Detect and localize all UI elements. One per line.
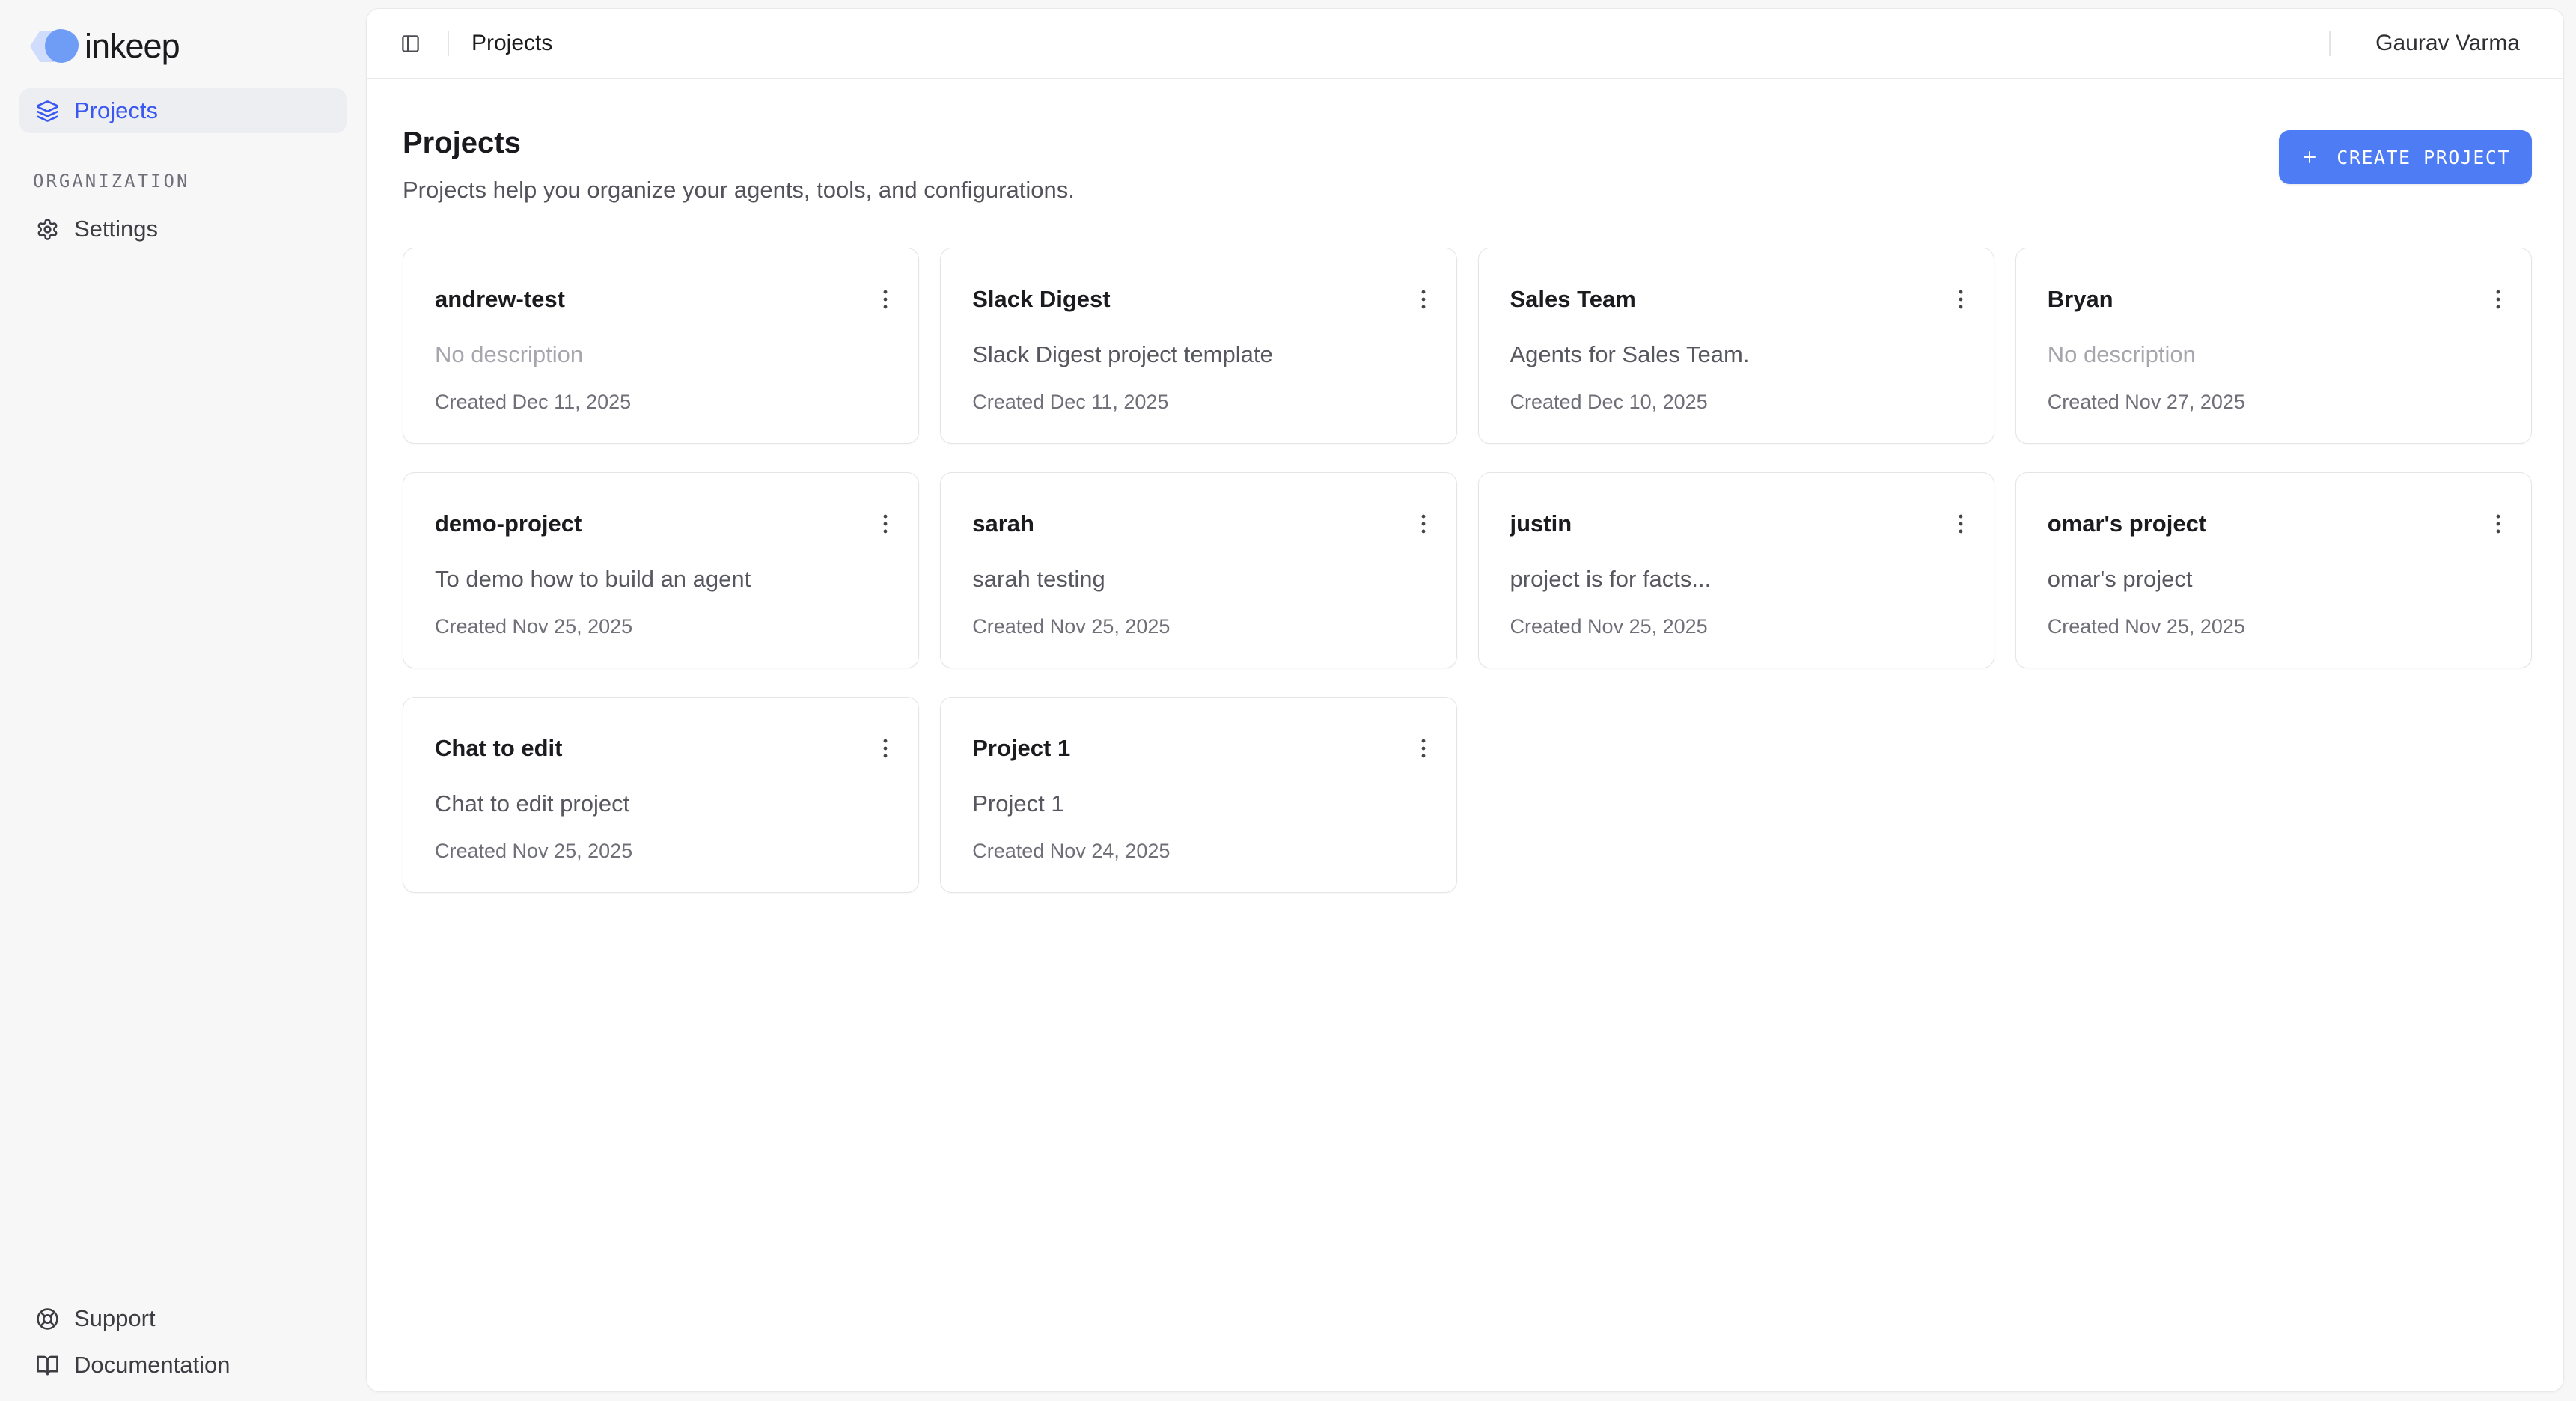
create-project-button[interactable]: CREATE PROJECT: [2279, 130, 2532, 184]
project-card-description: Chat to edit project: [435, 790, 887, 817]
header-divider: [448, 31, 449, 56]
project-card-menu-button[interactable]: [2482, 507, 2515, 540]
sidebar-item-settings[interactable]: Settings: [19, 207, 347, 251]
project-card-created: Created Nov 24, 2025: [972, 840, 1424, 862]
project-card-description: To demo how to build an agent: [435, 566, 887, 593]
sidebar-item-label: Projects: [74, 97, 158, 124]
project-card-created: Created Nov 27, 2025: [2048, 391, 2500, 413]
project-card-created: Created Nov 25, 2025: [972, 615, 1424, 638]
project-card-description: sarah testing: [972, 566, 1424, 593]
sidebar-toggle-button[interactable]: [395, 28, 425, 58]
project-card-menu-button[interactable]: [1407, 732, 1440, 765]
ellipsis-vertical-icon: [873, 511, 898, 537]
page-content: Projects Projects help you organize your…: [367, 79, 2563, 1391]
plus-icon: [2301, 148, 2319, 166]
project-card-description: Project 1: [972, 790, 1424, 817]
ellipsis-vertical-icon: [1948, 287, 1974, 312]
project-card[interactable]: sarah sarah testing Created Nov 25, 2025: [940, 472, 1456, 668]
project-card-created: Created Nov 25, 2025: [2048, 615, 2500, 638]
topbar: Projects Gaurav Varma: [367, 9, 2563, 79]
projects-grid: andrew-test No description Created Dec 1…: [403, 248, 2532, 893]
project-card-title: justin: [1510, 510, 1962, 537]
sidebar-item-documentation[interactable]: Documentation: [19, 1344, 347, 1386]
project-card-description: No description: [2048, 341, 2500, 368]
project-card-description: project is for facts...: [1510, 566, 1962, 593]
project-card-menu-button[interactable]: [869, 283, 902, 316]
project-card-description: No description: [435, 341, 887, 368]
project-card-created: Created Dec 11, 2025: [972, 391, 1424, 413]
project-card-title: Slack Digest: [972, 286, 1424, 313]
gear-icon: [36, 218, 59, 241]
panel-left-icon: [400, 34, 421, 54]
project-card-menu-button[interactable]: [1407, 507, 1440, 540]
project-card-menu-button[interactable]: [869, 507, 902, 540]
ellipsis-vertical-icon: [1411, 736, 1436, 761]
ellipsis-vertical-icon: [2485, 511, 2511, 537]
project-card-title: Project 1: [972, 735, 1424, 762]
project-card[interactable]: Slack Digest Slack Digest project templa…: [940, 248, 1456, 444]
project-card-description: Slack Digest project template: [972, 341, 1424, 368]
project-card-menu-button[interactable]: [869, 732, 902, 765]
main-panel: Projects Gaurav Varma Projects Projects …: [366, 8, 2564, 1392]
inkeep-logo-icon: [30, 29, 78, 64]
sidebar-item-label: Settings: [74, 216, 158, 242]
project-card-description: Agents for Sales Team.: [1510, 341, 1962, 368]
project-card-title: andrew-test: [435, 286, 887, 313]
inkeep-logo[interactable]: inkeep: [30, 27, 347, 66]
sidebar-item-projects[interactable]: Projects: [19, 88, 347, 133]
sidebar-item-support[interactable]: Support: [19, 1298, 347, 1340]
create-project-button-label: CREATE PROJECT: [2337, 147, 2510, 168]
project-card-created: Created Nov 25, 2025: [435, 615, 887, 638]
project-card-title: omar's project: [2048, 510, 2500, 537]
project-card-title: Bryan: [2048, 286, 2500, 313]
project-card-title: Sales Team: [1510, 286, 1962, 313]
page-title: Projects: [403, 126, 1075, 159]
project-card[interactable]: andrew-test No description Created Dec 1…: [403, 248, 919, 444]
project-card[interactable]: Sales Team Agents for Sales Team. Create…: [1478, 248, 1994, 444]
project-card-title: sarah: [972, 510, 1424, 537]
project-card[interactable]: Project 1 Project 1 Created Nov 24, 2025: [940, 697, 1456, 893]
page-head: Projects Projects help you organize your…: [403, 126, 2532, 204]
project-card[interactable]: Chat to edit Chat to edit project Create…: [403, 697, 919, 893]
page-subtitle: Projects help you organize your agents, …: [403, 176, 1075, 204]
project-card-title: demo-project: [435, 510, 887, 537]
ellipsis-vertical-icon: [1411, 511, 1436, 537]
project-card[interactable]: demo-project To demo how to build an age…: [403, 472, 919, 668]
ellipsis-vertical-icon: [873, 287, 898, 312]
project-card-created: Created Dec 11, 2025: [435, 391, 887, 413]
project-card[interactable]: justin project is for facts... Created N…: [1478, 472, 1994, 668]
project-card[interactable]: Bryan No description Created Nov 27, 202…: [2015, 248, 2532, 444]
project-card[interactable]: omar's project omar's project Created No…: [2015, 472, 2532, 668]
ellipsis-vertical-icon: [873, 736, 898, 761]
breadcrumb: Projects: [471, 31, 552, 56]
book-open-icon: [36, 1354, 59, 1377]
project-card-menu-button[interactable]: [1407, 283, 1440, 316]
project-card-menu-button[interactable]: [1944, 283, 1977, 316]
user-menu-button[interactable]: Gaurav Varma: [2375, 31, 2520, 56]
layers-icon: [36, 100, 59, 123]
sidebar: inkeep Projects ORGANIZATION Settings: [0, 0, 366, 1401]
sidebar-item-label: Documentation: [74, 1352, 231, 1379]
app-root: inkeep Projects ORGANIZATION Settings: [0, 0, 2576, 1401]
life-buoy-icon: [36, 1307, 59, 1331]
project-card-menu-button[interactable]: [1944, 507, 1977, 540]
inkeep-logo-text: inkeep: [85, 27, 180, 66]
sidebar-section-organization: ORGANIZATION: [33, 171, 347, 192]
header-divider: [2329, 31, 2331, 56]
project-card-created: Created Dec 10, 2025: [1510, 391, 1962, 413]
page-title-block: Projects Projects help you organize your…: [403, 126, 1075, 204]
project-card-title: Chat to edit: [435, 735, 887, 762]
project-card-menu-button[interactable]: [2482, 283, 2515, 316]
ellipsis-vertical-icon: [2485, 287, 2511, 312]
project-card-description: omar's project: [2048, 566, 2500, 593]
ellipsis-vertical-icon: [1948, 511, 1974, 537]
sidebar-item-label: Support: [74, 1305, 156, 1332]
project-card-created: Created Nov 25, 2025: [435, 840, 887, 862]
ellipsis-vertical-icon: [1411, 287, 1436, 312]
project-card-created: Created Nov 25, 2025: [1510, 615, 1962, 638]
